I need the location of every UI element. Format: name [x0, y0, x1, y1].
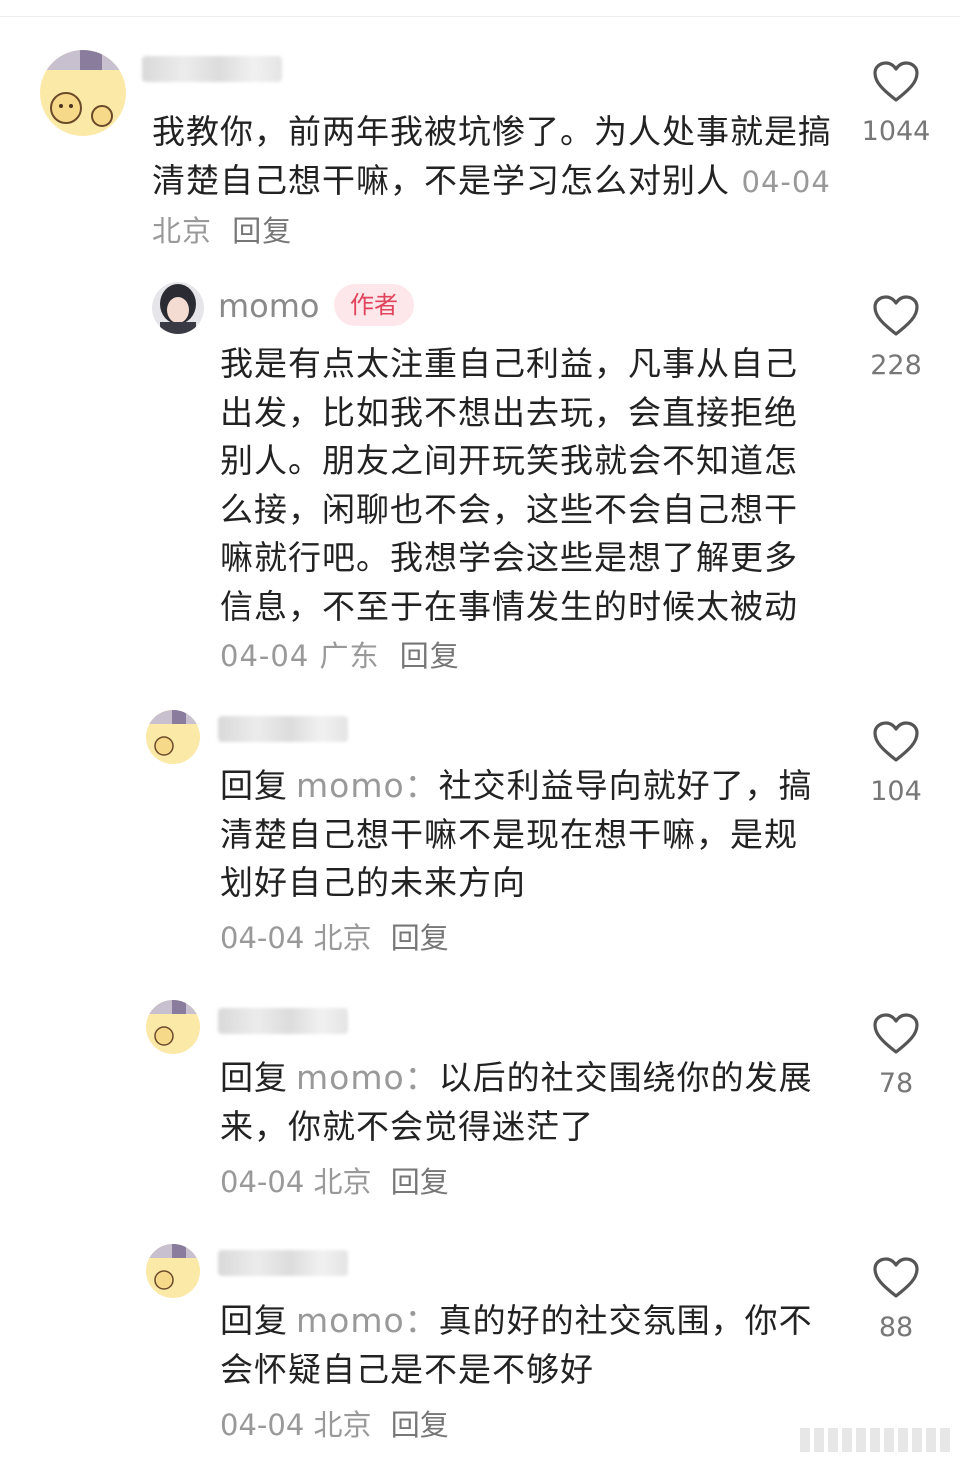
like-button[interactable]: 104 — [846, 720, 946, 807]
like-button[interactable]: 228 — [846, 294, 946, 381]
avatar[interactable] — [146, 1244, 200, 1298]
heart-outline-icon — [873, 295, 919, 336]
reply-target[interactable]: momo： — [296, 766, 439, 805]
reply-button[interactable]: 回复 — [232, 214, 292, 248]
username-blurred[interactable] — [218, 716, 348, 742]
reply-button[interactable]: 回复 — [391, 1408, 449, 1442]
username-blurred[interactable] — [218, 1250, 348, 1276]
comment-text: 我教你，前两年我被坑惨了。为人处事就是搞清楚自己想干嘛，不是学习怎么对别人 04… — [152, 108, 832, 256]
reply-prefix: 回复 — [220, 1301, 288, 1340]
comment-meta: 04-04 北京 回复 — [220, 1168, 449, 1197]
reply-button[interactable]: 回复 — [391, 1165, 449, 1199]
top-divider — [0, 16, 960, 17]
like-count: 88 — [878, 1312, 914, 1343]
comment-location: 北京 — [313, 921, 372, 955]
reply-button[interactable]: 回复 — [400, 639, 460, 673]
like-count: 104 — [870, 776, 922, 807]
heart-outline-icon — [873, 721, 919, 762]
comment-text: 我是有点太注重自己利益，凡事从自己出发，比如我不想出去玩，会直接拒绝别人。朋友之… — [220, 340, 820, 681]
avatar[interactable] — [146, 1000, 200, 1054]
comment-date: 04-04 — [741, 164, 831, 199]
comment-meta: 04-04 广东 回复 — [220, 639, 460, 673]
comment-meta: 04-04 北京 回复 — [220, 924, 449, 953]
reply-button[interactable]: 回复 — [391, 921, 449, 955]
username[interactable]: momo — [218, 290, 320, 322]
like-button[interactable]: 78 — [846, 1012, 946, 1099]
comment-date: 04-04 — [220, 639, 310, 673]
heart-outline-icon — [873, 61, 919, 102]
comment-date: 04-04 — [220, 921, 305, 955]
reply-target[interactable]: momo： — [296, 1301, 439, 1340]
comment-text: 回复 momo：社交利益导向就好了，搞清楚自己想干嘛不是现在想干嘛，是规划好自己的… — [220, 762, 820, 908]
comment-location: 广东 — [319, 639, 380, 673]
comment-body: 我是有点太注重自己利益，凡事从自己出发，比如我不想出去玩，会直接拒绝别人。朋友之… — [220, 344, 798, 626]
comment-date: 04-04 — [220, 1165, 305, 1199]
reply-target[interactable]: momo： — [296, 1058, 439, 1097]
like-button[interactable]: 1044 — [846, 60, 946, 147]
like-count: 78 — [878, 1068, 914, 1099]
heart-outline-icon — [873, 1013, 919, 1054]
comment-location: 北京 — [313, 1408, 372, 1442]
author-badge: 作者 — [334, 284, 414, 326]
username-blurred[interactable] — [142, 56, 282, 82]
reply-prefix: 回复 — [220, 766, 288, 805]
like-count: 228 — [870, 350, 922, 381]
watermark — [800, 1428, 950, 1452]
avatar[interactable] — [40, 50, 126, 136]
avatar[interactable] — [152, 282, 204, 334]
reply-prefix: 回复 — [220, 1058, 288, 1097]
like-count: 1044 — [861, 116, 931, 147]
comment-date: 04-04 — [220, 1408, 305, 1442]
avatar[interactable] — [146, 710, 200, 764]
comment-location: 北京 — [313, 1165, 372, 1199]
comment-text: 回复 momo：真的好的社交氛围，你不会怀疑自己是不是不够好 — [220, 1297, 820, 1394]
like-button[interactable]: 88 — [846, 1256, 946, 1343]
heart-outline-icon — [873, 1257, 919, 1298]
comment-meta: 04-04 北京 回复 — [220, 1411, 449, 1440]
comment-location: 北京 — [152, 214, 213, 248]
comment-text: 回复 momo：以后的社交围绕你的发展来，你就不会觉得迷茫了 — [220, 1054, 820, 1151]
comment-body: 我教你，前两年我被坑惨了。为人处事就是搞清楚自己想干嘛，不是学习怎么对别人 — [152, 112, 832, 200]
username-blurred[interactable] — [218, 1008, 348, 1034]
